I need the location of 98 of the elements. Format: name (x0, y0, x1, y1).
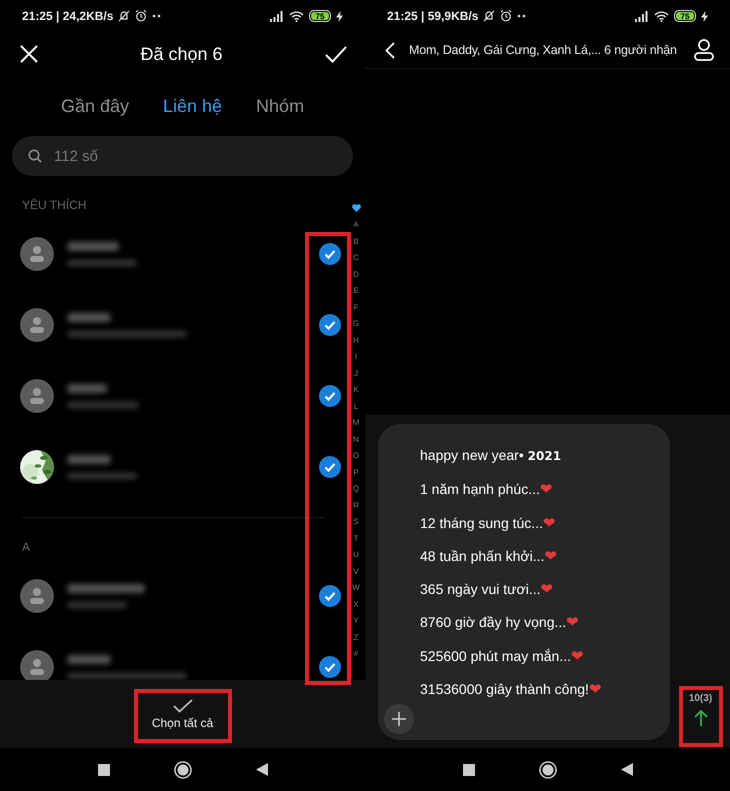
message-line: 31536000 giây thành công!❤ (420, 680, 603, 698)
index-letter[interactable]: O (352, 448, 360, 464)
blurred-name (67, 384, 107, 392)
index-letter[interactable]: X (353, 596, 359, 613)
message-line: 12 tháng sung túc...❤ (420, 514, 557, 532)
blurred-name (67, 242, 119, 250)
alarm-icon (500, 10, 512, 22)
search-field[interactable]: 112 số (12, 136, 353, 176)
index-letter[interactable]: J (354, 366, 358, 382)
contact-button[interactable] (694, 39, 714, 61)
signal-icon (270, 10, 284, 22)
back-button[interactable] (620, 763, 632, 776)
index-letter[interactable]: V (353, 564, 359, 580)
blurred-number (67, 472, 137, 478)
checkbox[interactable] (319, 314, 341, 336)
message-line: 8760 giờ đầy hy vọng...❤ (420, 613, 580, 632)
close-button[interactable] (20, 45, 38, 63)
checkbox[interactable] (319, 456, 341, 478)
message-line: 48 tuần phấn khởi...❤ (420, 546, 558, 565)
home-button[interactable] (174, 760, 192, 778)
signal-icon (635, 10, 649, 22)
recents-button[interactable] (462, 764, 474, 776)
message-field[interactable]: happy new year• 2021 1 năm hạnh phúc...❤ 12 tháng sung túc...❤ 48 tuần phấn khởi...❤ 365 ngày vui tươi...❤ 8760 giờ đầy hy vọng...❤ 525600 phút may mắn...❤ 31536000 giây thành công!❤ (378, 424, 670, 740)
checkbox[interactable] (319, 384, 341, 406)
recipients-title: Mom, Daddy, Gái Cưng, Xanh Lá,... 6 người nhận (409, 43, 678, 57)
screen-title: Đã chọn 6 (140, 44, 223, 64)
index-letter[interactable]: # (354, 646, 358, 662)
recents-button[interactable] (98, 764, 110, 776)
blurred-number (67, 402, 139, 408)
confirm-button[interactable] (325, 46, 347, 62)
wifi-icon (289, 10, 304, 22)
back-button[interactable] (385, 42, 395, 58)
bolt-icon (701, 10, 708, 22)
index-letter[interactable]: Z (354, 630, 358, 646)
blurred-number (67, 602, 127, 608)
index-letter[interactable]: P (353, 464, 359, 481)
bolt-icon (336, 10, 343, 22)
add-button[interactable] (384, 704, 414, 734)
avatar-icon (20, 378, 54, 412)
index-letter[interactable]: T (354, 530, 358, 547)
check-icon (172, 698, 192, 712)
avatar-icon (20, 578, 54, 612)
checkbox[interactable] (319, 584, 341, 606)
index-letter[interactable]: B (353, 234, 359, 250)
alarm-icon (135, 10, 148, 22)
status-text: 21:25 | 24,2KB/s (22, 9, 114, 23)
index-letter[interactable]: D (353, 266, 359, 283)
message-line: happy new year• 2021 (420, 446, 562, 465)
select-all-button[interactable]: Chọn tất cả (152, 698, 214, 730)
index-letter[interactable]: F (354, 300, 358, 316)
index-letter[interactable]: K (353, 382, 359, 398)
tab[interactable]: Nhóm (256, 96, 304, 116)
index-letter[interactable]: G (352, 316, 360, 332)
status-text: 21:25 | 59,9KB/s (387, 9, 478, 23)
message-line: 525600 phút may mắn...❤ (420, 646, 585, 665)
checkbox[interactable] (319, 656, 341, 678)
blurred-number (67, 260, 137, 266)
highlight-frame (679, 686, 723, 747)
battery-indicator: 75 (309, 10, 331, 22)
blurred-name (67, 654, 111, 664)
plus-icon (392, 712, 406, 726)
index-letter[interactable]: I (354, 349, 358, 366)
index-letter[interactable]: W (352, 580, 360, 596)
send-button[interactable] (694, 709, 708, 726)
index-letter[interactable]: Q (352, 481, 360, 498)
muted-bell-icon (118, 10, 130, 22)
message-line: 1 năm hạnh phúc...❤ (420, 480, 554, 498)
battery-indicator: 75 (674, 10, 696, 22)
index-letter[interactable]: C (353, 250, 359, 266)
index-letter[interactable]: N (353, 432, 359, 448)
search-icon (28, 149, 42, 163)
dots-icon (152, 14, 162, 18)
back-button[interactable] (256, 763, 268, 776)
index-letter[interactable]: H (353, 332, 359, 349)
avatar-icon (20, 236, 54, 270)
index-letter[interactable]: M (352, 415, 360, 432)
wifi-icon (654, 10, 669, 22)
blurred-name (67, 454, 111, 464)
blurred-name (67, 312, 111, 322)
tab[interactable]: Gần đây (60, 96, 129, 116)
home-button[interactable] (538, 760, 556, 778)
index-letter[interactable]: L (354, 398, 358, 415)
index-letter[interactable]: U (353, 547, 359, 564)
avatar-icon (20, 308, 54, 342)
index-letter[interactable]: S (353, 514, 359, 530)
character-counter: 10(3) (688, 693, 712, 704)
index-letter[interactable]: A (353, 217, 359, 234)
index-letter[interactable]: R (353, 498, 359, 514)
checkbox[interactable] (319, 242, 341, 264)
index-letter[interactable]: Y (353, 613, 359, 630)
tab[interactable]: Liên hệ (162, 96, 222, 116)
section-header: A (22, 517, 325, 560)
heart-icon[interactable] (352, 204, 360, 212)
muted-bell-icon (483, 10, 496, 22)
index-letter[interactable]: E (353, 283, 359, 300)
message-line: 365 ngày vui tươi...❤ (420, 580, 554, 598)
dots-icon (517, 14, 528, 18)
section-header: YÊU THÍCH (21, 197, 86, 214)
